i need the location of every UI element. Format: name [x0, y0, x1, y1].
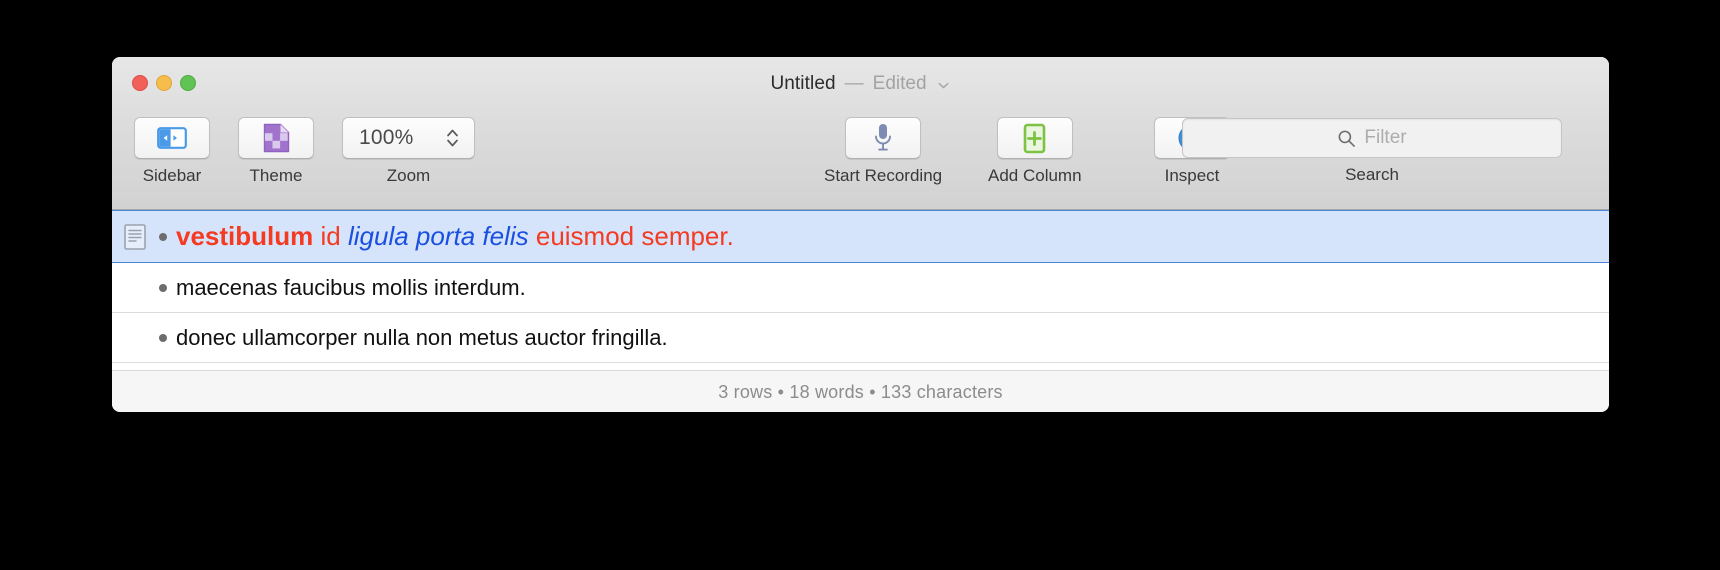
- add-column-button[interactable]: [996, 117, 1073, 159]
- theme-document-icon: [263, 123, 289, 153]
- row-text: donec ullamcorper nulla non metus auctor…: [176, 324, 668, 350]
- row-bullet: [150, 333, 176, 342]
- row-segment: euismod semper.: [535, 221, 734, 251]
- row-text: maecenas faucibus mollis interdum.: [176, 274, 526, 300]
- sidebar-toggle-icon: [157, 127, 187, 149]
- status-bar: 3 rows • 18 words • 133 characters: [112, 370, 1609, 412]
- toolbar-item-sidebar: Sidebar: [134, 117, 210, 186]
- table-row[interactable]: vestibulum id ligula porta felis euismod…: [112, 210, 1609, 263]
- note-document-icon-placeholder: [120, 275, 150, 301]
- note-document-icon: [120, 223, 150, 250]
- zoom-value: 100%: [359, 126, 414, 149]
- app-window: Untitled — Edited Sidebar Theme 100% Zoo…: [112, 57, 1609, 412]
- minimize-window-button[interactable]: [156, 75, 172, 91]
- zoom-label: Zoom: [386, 166, 431, 185]
- search-input-placeholder: Filter: [1364, 127, 1407, 148]
- add-column-label: Add Column: [988, 166, 1082, 185]
- title-separator: —: [844, 73, 864, 94]
- traffic-lights: [132, 75, 196, 91]
- window-chrome: Untitled — Edited Sidebar Theme 100% Zoo…: [112, 57, 1609, 210]
- toolbar-item-zoom: 100% Zoom: [342, 117, 475, 186]
- row-bullet: [150, 232, 176, 241]
- row-text: vestibulum id ligula porta felis euismod…: [176, 221, 734, 252]
- theme-button[interactable]: [238, 117, 314, 159]
- search-label: Search: [1345, 165, 1399, 184]
- search-icon: [1338, 130, 1356, 147]
- table-row[interactable]: donec ullamcorper nulla non metus auctor…: [112, 313, 1609, 363]
- start-recording-label: Start Recording: [824, 166, 943, 185]
- theme-button-label: Theme: [249, 166, 303, 185]
- note-document-icon-placeholder: [120, 325, 150, 351]
- screenshot-canvas: Untitled — Edited Sidebar Theme 100% Zoo…: [0, 0, 1720, 570]
- microphone-icon: [875, 124, 892, 151]
- stepper-up-down-icon[interactable]: [445, 126, 460, 150]
- chevron-down-icon[interactable]: [936, 78, 951, 93]
- add-column-plus-icon: [1023, 123, 1046, 153]
- row-list: vestibulum id ligula porta felis euismod…: [112, 210, 1609, 370]
- zoom-stepper[interactable]: 100%: [342, 117, 475, 159]
- row-space: [529, 221, 536, 251]
- row-segment: vestibulum: [176, 221, 314, 251]
- status-summary: 3 rows • 18 words • 133 characters: [718, 381, 1003, 402]
- window-title: Untitled: [770, 73, 836, 94]
- row-segment: id: [320, 221, 341, 251]
- search-field[interactable]: Filter: [1182, 118, 1562, 158]
- sidebar-button-label: Sidebar: [142, 166, 202, 185]
- table-row[interactable]: maecenas faucibus mollis interdum.: [112, 263, 1609, 313]
- toolbar-item-search: Filter Search: [1182, 118, 1562, 185]
- toolbar: Sidebar Theme 100% Zoom Start Recording …: [112, 112, 1609, 207]
- toolbar-item-add-column: Add Column: [988, 117, 1082, 186]
- toolbar-item-start-recording: Start Recording: [824, 117, 942, 186]
- toolbar-item-theme: Theme: [238, 117, 314, 186]
- window-title-bar: Untitled — Edited: [112, 71, 1609, 97]
- sidebar-button[interactable]: [134, 117, 210, 159]
- zoom-window-button[interactable]: [180, 75, 196, 91]
- start-recording-button[interactable]: [845, 117, 922, 159]
- row-bullet: [150, 283, 176, 292]
- row-segment: ligula porta felis: [347, 221, 529, 251]
- close-window-button[interactable]: [132, 75, 148, 91]
- row-space: [341, 221, 348, 251]
- edited-status-label: Edited: [872, 73, 927, 94]
